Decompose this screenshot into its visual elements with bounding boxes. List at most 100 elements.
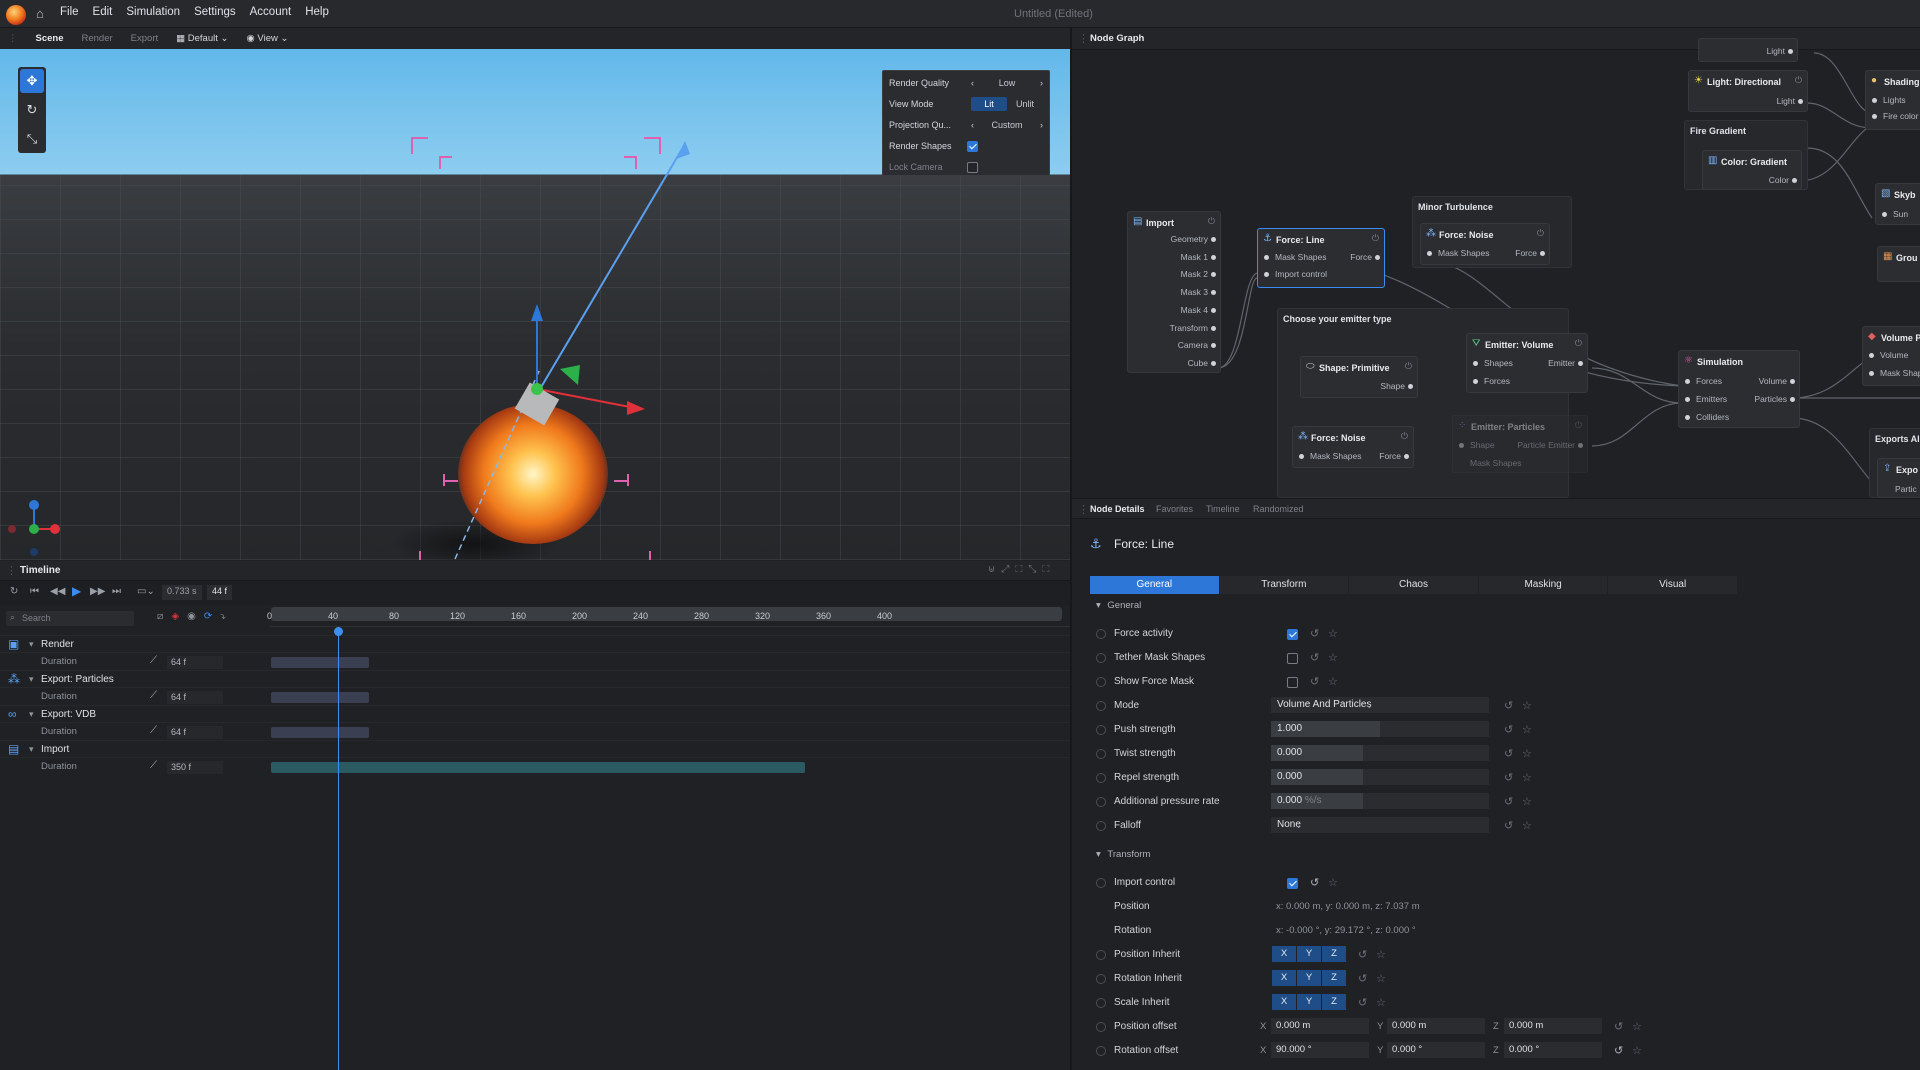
caret-down-icon[interactable]: ▾ [29, 744, 34, 755]
node-force-noise-b[interactable]: ⁂ Force: Noise ⏻ Mask Shapes Force [1292, 426, 1414, 468]
render-shapes-checkbox[interactable] [967, 140, 978, 152]
toggle-x[interactable]: X [1272, 970, 1296, 986]
keyframe-toggle[interactable] [1096, 974, 1106, 984]
tab-general[interactable]: General [1090, 576, 1219, 594]
caret-down-icon[interactable]: ▾ [29, 674, 34, 685]
keyframe-toggle[interactable] [1096, 1046, 1106, 1056]
rotate-tool-icon[interactable]: ↻ [20, 98, 44, 122]
position-offset-z-input[interactable]: 0.000 m [1504, 1018, 1602, 1034]
track-header[interactable]: ▤ ▾ Import [0, 740, 1070, 758]
tab-favorites[interactable]: Favorites [1156, 504, 1193, 514]
rotation-offset-z-input[interactable]: 0.000 ° [1504, 1042, 1602, 1058]
node-export[interactable]: ⇪ Expo Partic [1877, 458, 1920, 498]
keyframe-toggle[interactable] [1096, 878, 1106, 888]
reset-icon[interactable]: ↺ [1504, 795, 1513, 808]
reset-icon[interactable]: ↺ [1614, 1020, 1623, 1033]
output-pin[interactable] [1578, 361, 1583, 366]
toggle-x[interactable]: X [1272, 994, 1296, 1010]
power-icon[interactable]: ⏻ [1795, 75, 1802, 86]
track-header[interactable]: ∞ ▾ Export: VDB [0, 705, 1070, 723]
reset-icon[interactable]: ↺ [1504, 819, 1513, 832]
node-shape-primitive[interactable]: ⬭ Shape: Primitive ⏻ Shape [1300, 356, 1418, 398]
tab-timeline[interactable]: Timeline [1206, 504, 1240, 514]
frame-readout[interactable]: 44 f [207, 585, 233, 600]
reset-icon[interactable]: ↺ [1358, 948, 1367, 961]
input-pin[interactable] [1869, 371, 1874, 376]
output-pin[interactable] [1211, 343, 1216, 349]
reset-icon[interactable]: ↺ [1310, 876, 1319, 889]
node-color-gradient[interactable]: ▥ Color: Gradient Color [1702, 150, 1802, 190]
time-readout[interactable]: 0.733 s [162, 585, 202, 600]
chevron-left-icon[interactable]: ‹ [971, 78, 974, 88]
tab-masking[interactable]: Masking [1478, 576, 1608, 594]
favorite-star-icon[interactable]: ☆ [1376, 996, 1386, 1009]
node-light-directional[interactable]: ☀ Light: Directional ⏻ Light [1688, 70, 1808, 112]
twist-strength-slider[interactable]: 0.000 [1271, 745, 1489, 761]
favorite-star-icon[interactable]: ☆ [1522, 819, 1532, 832]
node-skybox[interactable]: ▧ Skyb Sun [1875, 183, 1920, 225]
toggle-y[interactable]: Y [1297, 994, 1321, 1010]
tab-randomized[interactable]: Randomized [1253, 504, 1304, 514]
toggle-x[interactable]: X [1272, 946, 1296, 962]
duration-bar[interactable] [271, 727, 369, 738]
tab-scene[interactable]: Scene [27, 33, 73, 44]
input-pin[interactable] [1869, 353, 1874, 358]
show-mask-checkbox[interactable] [1287, 677, 1298, 688]
node-import[interactable]: ▤ Import ⏻ Geometry Mask 1 Mask 2 Mask 3 Mas… [1127, 211, 1221, 373]
menu-settings[interactable]: Settings [194, 6, 236, 18]
tab-visual[interactable]: Visual [1608, 576, 1737, 594]
chevron-right-icon[interactable]: › [1040, 78, 1043, 88]
input-pin[interactable] [1685, 415, 1690, 420]
power-icon[interactable]: ⏻ [1372, 233, 1379, 244]
power-icon[interactable]: ⏻ [1208, 216, 1215, 227]
output-pin[interactable] [1375, 255, 1380, 260]
reset-icon[interactable]: ↺ [1310, 627, 1319, 640]
view-mode-unlit[interactable]: Unlit [1007, 97, 1043, 111]
node-emitter-volume[interactable]: ⛛ Emitter: Volume ⏻ Shapes Emitter Force… [1466, 333, 1588, 393]
node-force-noise-a[interactable]: ⁂ Force: Noise ⏻ Mask Shapes Force [1420, 223, 1550, 265]
duration-input[interactable]: 64 f [167, 656, 223, 669]
input-pin[interactable] [1473, 379, 1478, 384]
output-pin[interactable] [1211, 272, 1216, 278]
tab-node-details[interactable]: Node Details [1090, 504, 1145, 514]
node-ground[interactable]: ▦ Grou [1877, 246, 1920, 282]
tether-mask-checkbox[interactable] [1287, 653, 1298, 664]
track-search-input[interactable]: ⌕ Search [6, 611, 134, 626]
output-pin[interactable] [1792, 178, 1797, 183]
home-icon[interactable]: ⌂ [36, 7, 49, 20]
toggle-z[interactable]: Z [1322, 946, 1346, 962]
input-pin[interactable] [1685, 379, 1690, 384]
reset-icon[interactable]: ↺ [1504, 723, 1513, 736]
input-pin[interactable] [1264, 255, 1269, 260]
rotation-offset-x-input[interactable]: 90.000 ° [1271, 1042, 1369, 1058]
menu-edit[interactable]: Edit [93, 6, 113, 18]
duration-input[interactable]: 64 f [167, 726, 223, 739]
scale-tool-icon[interactable]: ⤡ [20, 127, 44, 151]
mode-select[interactable]: Volume And Particles⌄ [1271, 697, 1489, 713]
force-activity-checkbox[interactable] [1287, 629, 1298, 640]
menu-file[interactable]: File [60, 6, 79, 18]
input-pin[interactable] [1872, 114, 1877, 119]
output-pin[interactable] [1211, 360, 1216, 366]
tab-render[interactable]: Render [73, 33, 122, 44]
view-mode-lit[interactable]: Lit [971, 97, 1007, 111]
power-icon[interactable]: ⏻ [1401, 431, 1408, 442]
import-control-checkbox[interactable] [1287, 878, 1298, 889]
node-volume[interactable]: ◆ Volume P Volume Mask Shap [1862, 326, 1920, 386]
menu-account[interactable]: Account [250, 6, 292, 18]
reset-icon[interactable]: ↺ [1310, 651, 1319, 664]
node-shading[interactable]: ● Shading Lights Fire color [1865, 70, 1920, 130]
keyframe-toggle[interactable] [1096, 821, 1106, 831]
keyframe-toggle[interactable] [1096, 1022, 1106, 1032]
output-pin[interactable] [1540, 251, 1545, 256]
toggle-z[interactable]: Z [1322, 970, 1346, 986]
drag-handle-icon[interactable]: ⋮ [6, 564, 17, 577]
toggle-z[interactable]: Z [1322, 994, 1346, 1010]
tab-export[interactable]: Export [122, 33, 167, 44]
power-icon[interactable]: ⏻ [1405, 361, 1412, 372]
rotation-offset-y-input[interactable]: 0.000 ° [1387, 1042, 1485, 1058]
skip-end-icon[interactable]: ⏭ [112, 586, 121, 597]
toggle-y[interactable]: Y [1297, 946, 1321, 962]
keyframe-icon[interactable]: ◈ [171, 611, 187, 622]
move-tool-icon[interactable]: ✥ [20, 69, 44, 93]
